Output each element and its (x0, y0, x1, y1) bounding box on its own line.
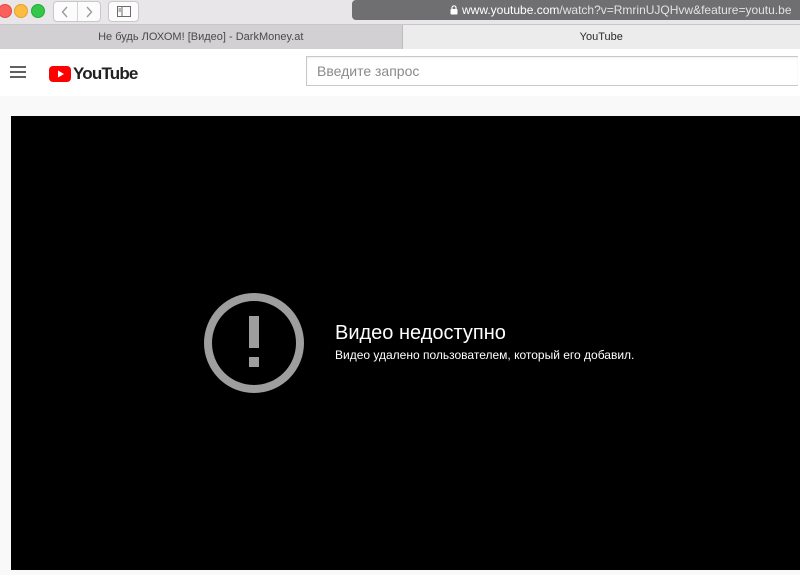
sidebar-toggle-button[interactable] (108, 1, 139, 22)
youtube-logo-text: YouTube (73, 64, 138, 83)
address-bar[interactable]: www.youtube.com/watch?v=RmrinUJQHvw&feat… (352, 0, 800, 20)
tab-bar: Не будь ЛОХОМ! [Видео] - DarkMoney.at Yo… (0, 24, 800, 50)
navigation-buttons (53, 1, 101, 22)
search-input[interactable] (307, 57, 798, 85)
url-path: /watch?v=RmrinUJQHvw&feature=youtu.be (559, 3, 792, 17)
url-host: www.youtube.com (462, 3, 560, 17)
exclamation-circle-icon (204, 293, 304, 393)
minimize-window-button[interactable] (14, 4, 28, 18)
search-box (306, 56, 798, 86)
chevron-right-icon (86, 6, 93, 17)
error-title: Видео недоступно (335, 322, 506, 344)
error-message: Видео удалено пользователем, который его… (335, 348, 635, 362)
sidebar-icon (116, 6, 131, 17)
video-player[interactable]: Видео недоступно Видео удалено пользоват… (11, 116, 800, 570)
menu-icon[interactable] (10, 66, 26, 78)
youtube-play-icon (49, 66, 71, 82)
youtube-header: YouTube (0, 49, 800, 96)
chevron-left-icon (61, 6, 68, 17)
tab-youtube[interactable]: YouTube (402, 25, 800, 49)
tab-darkmoney[interactable]: Не будь ЛОХОМ! [Видео] - DarkMoney.at (0, 25, 403, 49)
zoom-window-button[interactable] (31, 4, 45, 18)
youtube-logo[interactable]: YouTube (49, 64, 138, 84)
lock-icon (450, 5, 458, 15)
forward-button[interactable] (76, 2, 101, 21)
close-window-button[interactable] (0, 4, 12, 18)
back-button[interactable] (54, 2, 77, 21)
browser-titlebar: www.youtube.com/watch?v=RmrinUJQHvw&feat… (0, 0, 800, 24)
